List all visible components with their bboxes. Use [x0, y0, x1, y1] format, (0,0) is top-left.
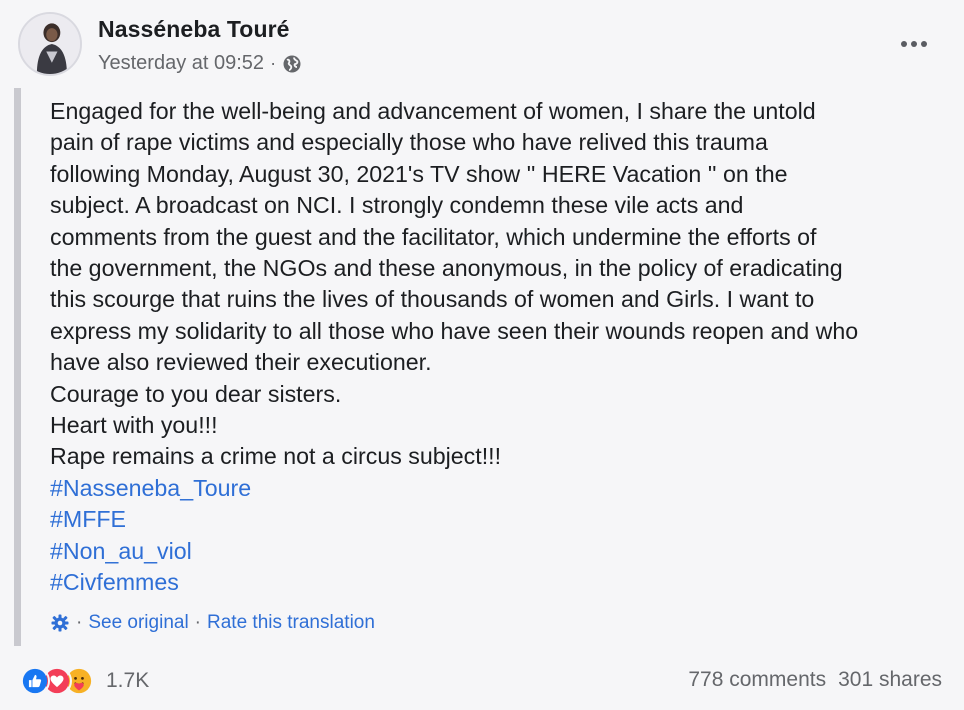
post-line: Courage to you dear sisters. [50, 380, 342, 407]
translation-bar: · See original · Rate this translation [50, 612, 375, 634]
post-timestamp[interactable]: Yesterday at 09:52 [98, 52, 264, 75]
hashtag-link[interactable]: #Nasseneba_Toure [50, 473, 950, 504]
post-line: comments from the guest and the facilita… [50, 223, 817, 250]
more-options-button[interactable] [894, 32, 934, 56]
hashtag-link[interactable]: #Civfemmes [50, 567, 950, 598]
post-line: this scourge that ruins the lives of tho… [50, 286, 815, 313]
post-card: Nasséneba Touré Yesterday at 09:52 · Eng… [0, 0, 964, 710]
post-line: Engaged for the well-being and advanceme… [50, 98, 816, 124]
post-line: Heart with you!!! [50, 412, 218, 439]
ellipsis-dot [911, 41, 917, 47]
comments-count[interactable]: 778 comments [688, 668, 826, 692]
avatar[interactable] [18, 12, 82, 76]
translation-separator: · [194, 612, 201, 633]
meta-separator: · [270, 53, 277, 73]
post-line: following Monday, August 30, 2021's TV s… [50, 160, 788, 187]
shares-count[interactable]: 301 shares [838, 668, 942, 692]
reactions-summary[interactable]: 1.7K [20, 666, 149, 696]
ellipsis-dot [921, 41, 927, 47]
translation-quote-bar [14, 88, 21, 646]
post-line: pain of rape victims and especially thos… [50, 129, 768, 156]
post-line: Rape remains a crime not a circus subjec… [50, 443, 502, 470]
globe-icon [283, 55, 301, 72]
gear-icon [51, 614, 69, 632]
post-line: the government, the NGOs and these anony… [50, 255, 843, 282]
reaction-count[interactable]: 1.7K [106, 669, 149, 693]
hashtag-link[interactable]: #Non_au_viol [50, 536, 950, 567]
like-reaction-icon [20, 666, 50, 696]
translation-separator: · [76, 612, 83, 633]
post-content: Engaged for the well-being and advanceme… [50, 96, 950, 599]
hashtag-link[interactable]: #MFFE [50, 504, 950, 535]
post-line: express my solidarity to all those who h… [50, 317, 859, 344]
see-original-link[interactable]: See original [88, 612, 188, 634]
post-meta: Yesterday at 09:52 · [98, 52, 302, 75]
rate-translation-link[interactable]: Rate this translation [207, 612, 375, 634]
ellipsis-dot [901, 41, 907, 47]
author-name[interactable]: Nasséneba Touré [98, 16, 290, 43]
post-line: have also reviewed their executioner. [50, 349, 432, 376]
avatar-photo-icon [20, 14, 80, 74]
engagement-stats: 778 comments 301 shares [688, 668, 942, 692]
post-line: subject. A broadcast on NCI. I strongly … [50, 192, 744, 219]
